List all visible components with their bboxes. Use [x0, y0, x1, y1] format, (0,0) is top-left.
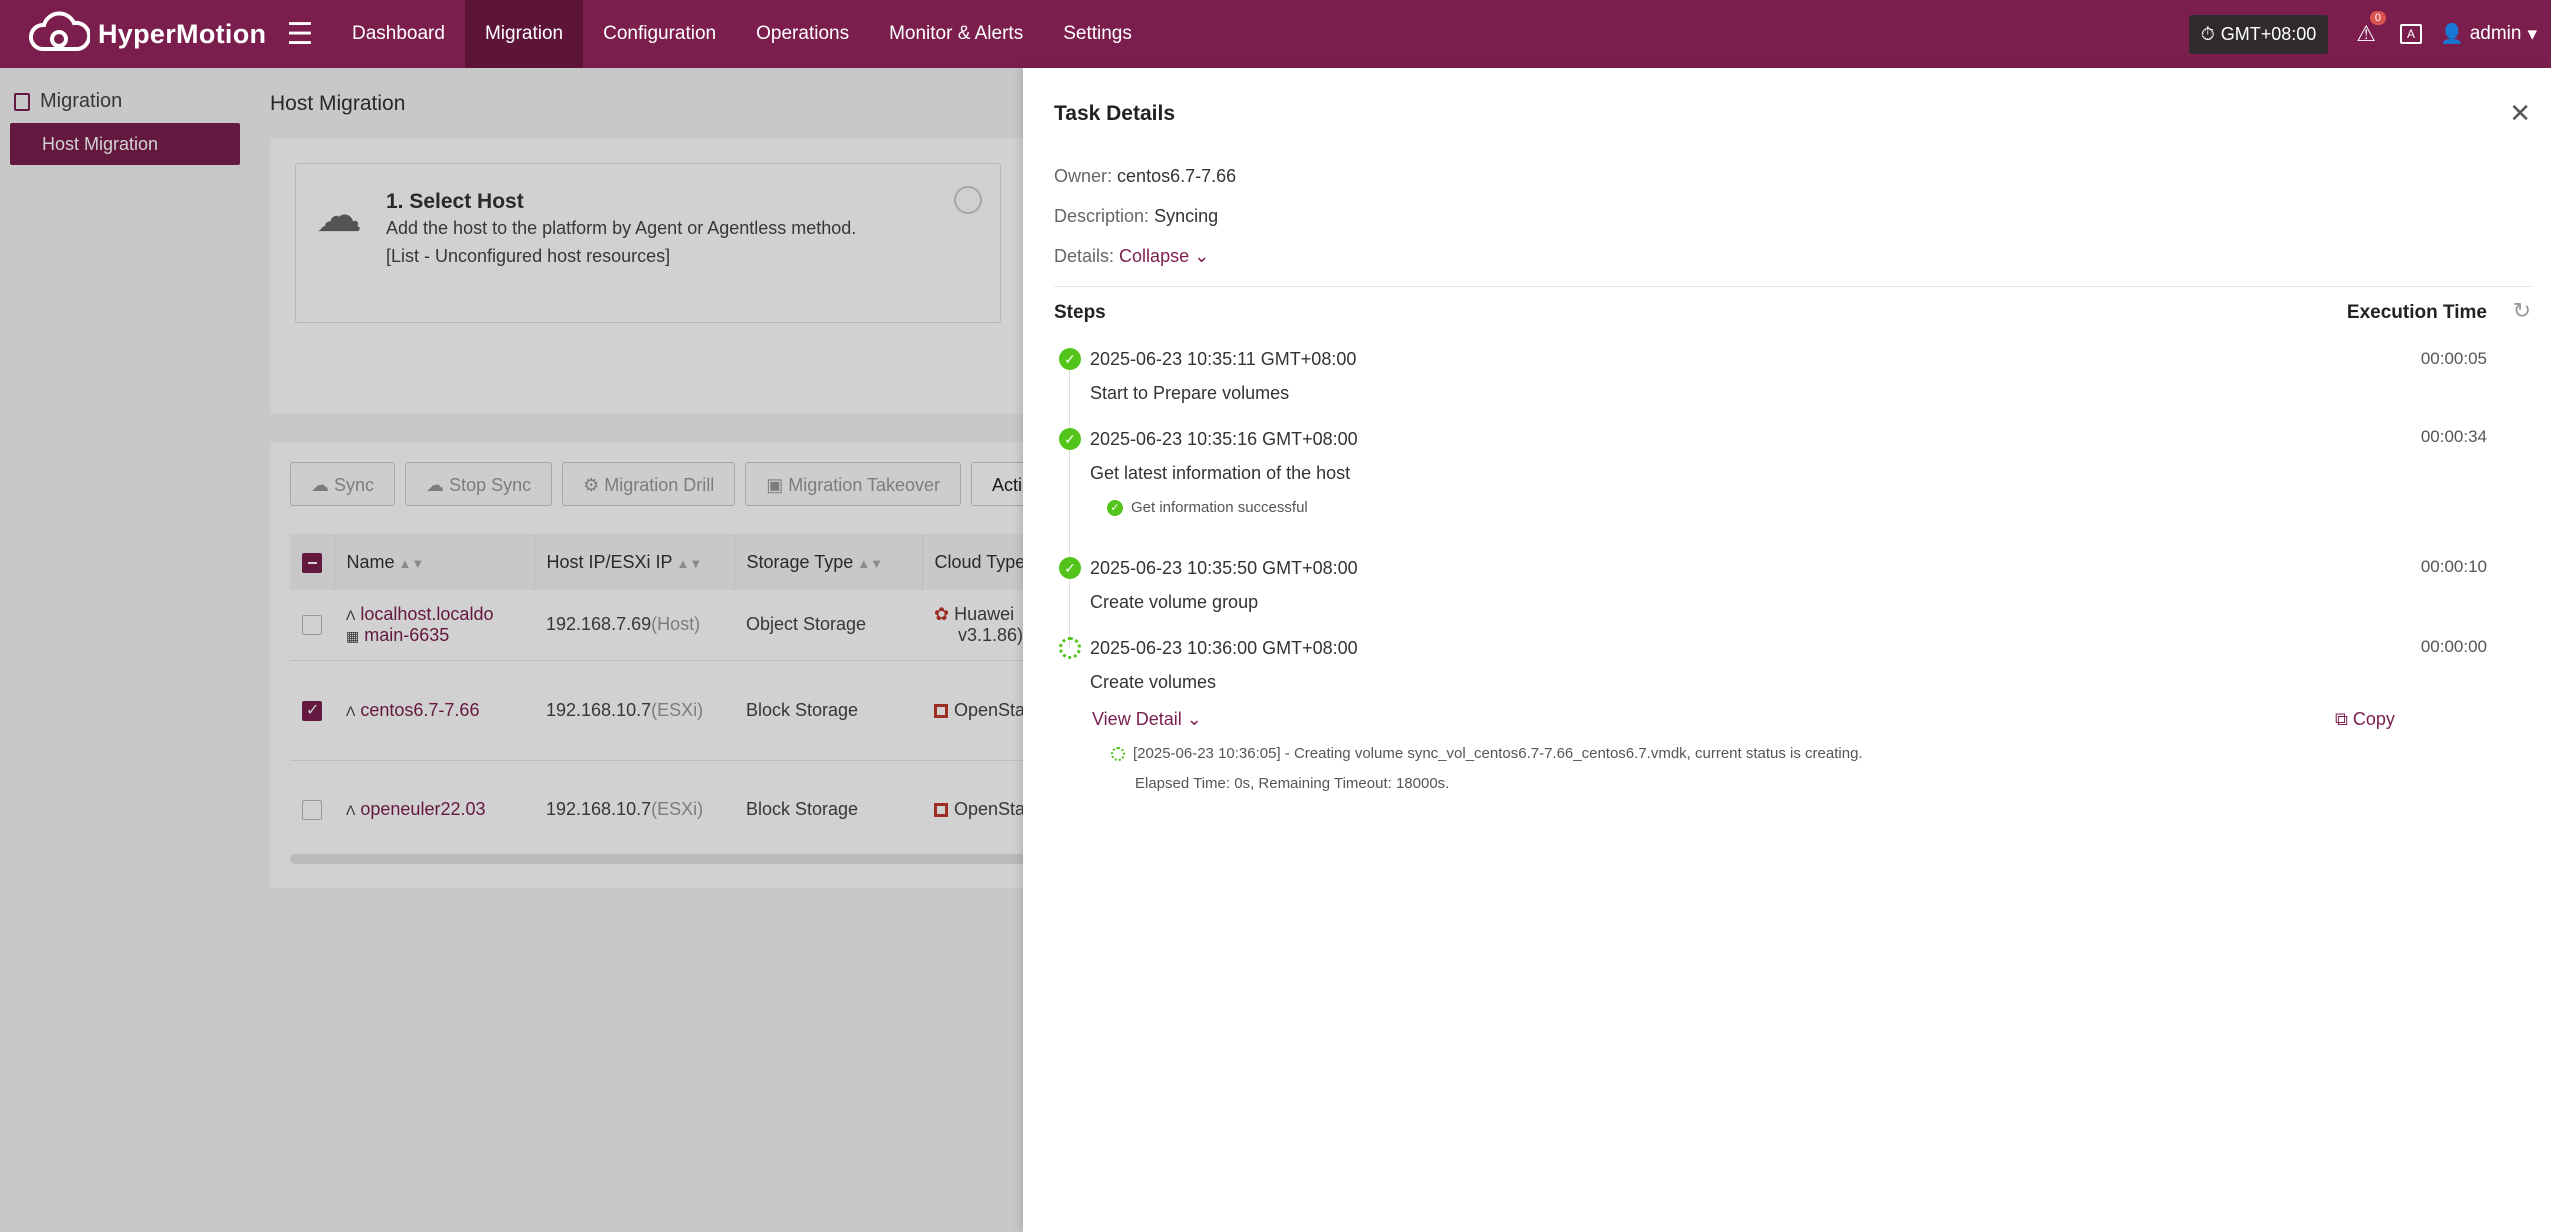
modal-overlay[interactable]	[0, 68, 1023, 1232]
nav-operations[interactable]: Operations	[736, 0, 869, 68]
copy-button[interactable]: ⧉ Copy	[2335, 709, 2395, 730]
nav-monitor-alerts[interactable]: Monitor & Alerts	[869, 0, 1043, 68]
copy-icon: ⧉	[2335, 709, 2348, 729]
chevron-down-icon: ▾	[2527, 23, 2537, 45]
description-label: Description:	[1054, 206, 1150, 226]
step-duration: 00:00:05	[2420, 349, 2487, 368]
top-right: ⏱ GMT+08:00 ⚠ 0 A 👤 admin ▾	[2188, 0, 2551, 68]
copy-label: Copy	[2352, 709, 2395, 729]
clock-icon: ⏱	[2200, 23, 2215, 44]
owner-value: centos6.7-7.66	[1117, 166, 1237, 186]
success-check-icon: ✓	[1059, 348, 1081, 370]
sub-step-success: ✓ Get information successful	[1107, 499, 1308, 516]
sub-step-text: Get information successful	[1131, 499, 1308, 516]
menu-toggle-icon[interactable]: ☰	[272, 17, 328, 52]
step-name: Start to Prepare volumes	[1090, 383, 1290, 403]
details-label: Details:	[1054, 246, 1115, 266]
view-detail-label: View Detail	[1092, 709, 1182, 729]
brand[interactable]: HyperMotion	[28, 9, 268, 59]
details-row: Details: Collapse ⌄	[1054, 246, 1209, 267]
chevron-down-icon: ⌄	[1186, 709, 1202, 729]
log-line-elapsed: Elapsed Time: 0s, Remaining Timeout: 180…	[1135, 775, 1450, 792]
step-time: 2025-06-23 10:36:00 GMT+08:00	[1090, 638, 1358, 658]
task-details-drawer: Task Details ✕ Owner: centos6.7-7.66 Des…	[1023, 68, 2551, 1232]
chevron-down-icon: ⌄	[1194, 246, 1210, 266]
owner-row: Owner: centos6.7-7.66	[1054, 166, 1236, 187]
execution-time-header: Execution Time	[2346, 302, 2487, 323]
step-time: 2025-06-23 10:35:50 GMT+08:00	[1090, 558, 1358, 578]
success-check-icon: ✓	[1059, 428, 1081, 450]
user-name: admin	[2469, 23, 2522, 44]
top-bar: HyperMotion ☰ Dashboard Migration Config…	[0, 0, 2551, 68]
timezone-label: GMT+08:00	[2220, 23, 2317, 44]
app-name: HyperMotion	[98, 18, 267, 49]
step-duration: 00:00:34	[2420, 427, 2487, 446]
step-name: Create volumes	[1090, 672, 1217, 692]
user-icon: 👤	[2440, 24, 2464, 45]
top-nav: Dashboard Migration Configuration Operat…	[332, 0, 1152, 68]
details-collapse-toggle[interactable]: Collapse ⌄	[1119, 246, 1209, 266]
step-time: 2025-06-23 10:35:16 GMT+08:00	[1090, 429, 1358, 449]
alert-count-badge: 0	[2369, 11, 2387, 25]
log-line: [2025-06-23 10:36:05] - Creating volume …	[1111, 745, 1863, 762]
timezone-button[interactable]: ⏱ GMT+08:00	[2188, 14, 2329, 54]
language-icon[interactable]: A	[2400, 24, 2423, 44]
nav-configuration[interactable]: Configuration	[583, 0, 736, 68]
hypermotion-logo-icon	[29, 11, 90, 51]
owner-label: Owner:	[1054, 166, 1113, 186]
step-duration: 00:00:10	[2420, 557, 2487, 576]
step-name: Get latest information of the host	[1090, 463, 1351, 483]
description-value: Syncing	[1154, 206, 1219, 226]
close-icon[interactable]: ✕	[2509, 98, 2531, 129]
success-check-icon: ✓	[1059, 557, 1081, 579]
nav-dashboard[interactable]: Dashboard	[332, 0, 465, 68]
log-text: [2025-06-23 10:36:05] - Creating volume …	[1133, 745, 1863, 762]
collapse-label: Collapse	[1119, 246, 1190, 266]
refresh-icon[interactable]: ↻	[2513, 298, 2531, 324]
divider	[1054, 286, 2532, 287]
view-detail-toggle[interactable]: View Detail ⌄	[1092, 709, 1202, 730]
nav-settings[interactable]: Settings	[1043, 0, 1152, 68]
step-duration: 00:00:00	[2420, 637, 2487, 656]
success-check-icon: ✓	[1107, 499, 1123, 516]
alert-bell-icon[interactable]: ⚠ 0	[2356, 11, 2387, 47]
nav-migration[interactable]: Migration	[464, 0, 584, 68]
drawer-title: Task Details	[1054, 102, 1176, 125]
step-name: Create volume group	[1090, 592, 1259, 612]
description-row: Description: Syncing	[1054, 206, 1218, 227]
loading-spinner-icon	[1111, 746, 1125, 761]
loading-spinner-icon	[1059, 637, 1081, 659]
steps-header: Steps	[1054, 302, 1106, 323]
timeline-line	[1069, 358, 1070, 648]
step-time: 2025-06-23 10:35:11 GMT+08:00	[1090, 349, 1357, 369]
user-menu[interactable]: 👤 admin ▾	[2440, 22, 2537, 46]
